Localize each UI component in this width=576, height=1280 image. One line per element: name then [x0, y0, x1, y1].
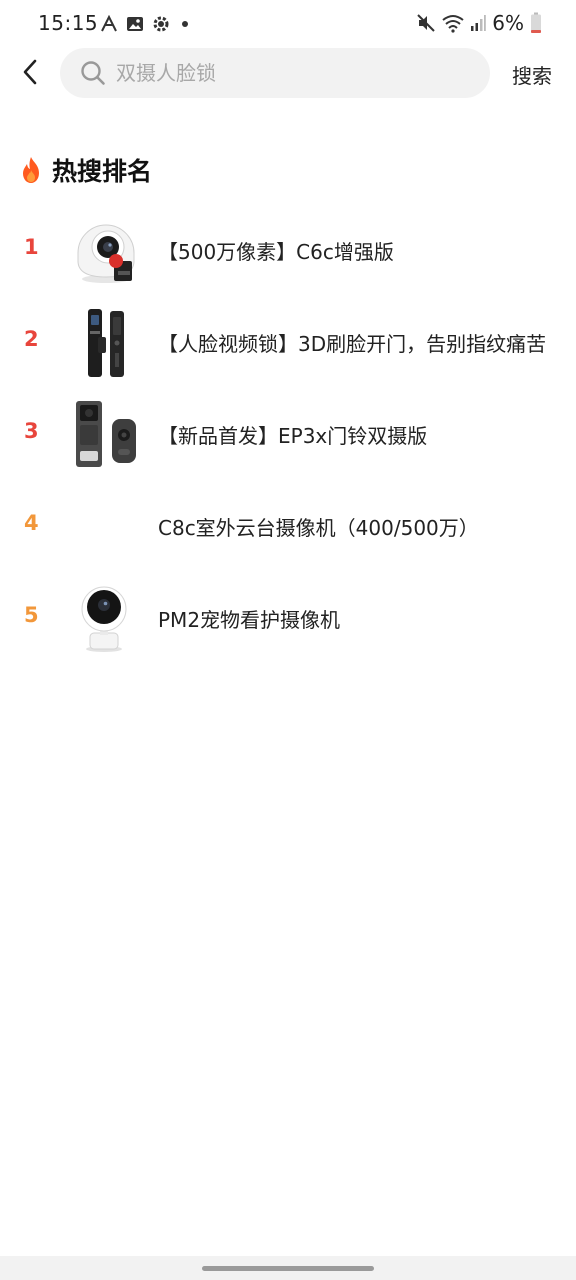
battery-percent: 6% — [492, 11, 524, 35]
rank-number: 3 — [24, 419, 39, 443]
rank-number: 1 — [24, 235, 39, 259]
carrier-icon — [101, 15, 117, 32]
home-gesture-handle[interactable] — [202, 1266, 374, 1271]
hot-search-list: 1 【500万像素】C6c增强版 2 【人脸视频锁】3D刷脸开门，告别指纹痛苦 — [0, 205, 576, 665]
chevron-left-icon — [23, 59, 37, 85]
hot-search-heading: 热搜排名 — [20, 150, 152, 190]
list-item[interactable]: 2 【人脸视频锁】3D刷脸开门，告别指纹痛苦 — [0, 297, 576, 389]
list-item[interactable]: 3 【新品首发】EP3x门铃双摄版 — [0, 389, 576, 481]
battery-icon — [531, 12, 541, 33]
wifi-icon — [442, 15, 464, 33]
navigation-bar — [0, 1256, 576, 1280]
list-item[interactable]: 4 C8c室外云台摄像机（400/500万） — [0, 481, 576, 573]
status-notification-icons — [100, 13, 188, 35]
rank-number: 5 — [24, 603, 39, 627]
pet-camera-thumbnail — [81, 586, 127, 652]
smart-lock-thumbnail — [88, 309, 124, 377]
status-time: 15:15 — [38, 11, 99, 35]
status-bar: 15:15 6% — [0, 0, 576, 46]
rank-title: 【500万像素】C6c增强版 — [158, 240, 394, 264]
fire-icon — [23, 157, 39, 183]
rank-title: 【人脸视频锁】3D刷脸开门，告别指纹痛苦 — [158, 332, 547, 356]
search-button[interactable]: 搜索 — [512, 60, 552, 89]
rank-title: C8c室外云台摄像机（400/500万） — [158, 516, 479, 540]
gear-icon — [153, 16, 169, 32]
section-title: 热搜排名 — [52, 157, 153, 186]
pan-tilt-camera-thumbnail — [77, 224, 135, 283]
search-icon — [80, 60, 106, 86]
rank-number: 4 — [24, 511, 39, 535]
video-doorbell-thumbnail — [76, 401, 136, 467]
list-item[interactable]: 1 【500万像素】C6c增强版 — [0, 205, 576, 297]
signal-icon — [471, 15, 487, 31]
search-box[interactable] — [60, 48, 490, 98]
search-header: 搜索 — [0, 46, 576, 100]
list-item[interactable]: 5 PM2宠物看护摄像机 — [0, 573, 576, 665]
mute-icon — [417, 14, 435, 32]
notification-dot — [182, 21, 188, 27]
rank-title: PM2宠物看护摄像机 — [158, 608, 341, 632]
back-button[interactable] — [14, 56, 46, 88]
image-icon — [127, 17, 143, 31]
search-input[interactable] — [114, 60, 458, 86]
rank-number: 2 — [24, 327, 39, 351]
rank-title: 【新品首发】EP3x门铃双摄版 — [158, 424, 428, 448]
status-system-icons: 6% — [416, 11, 542, 35]
